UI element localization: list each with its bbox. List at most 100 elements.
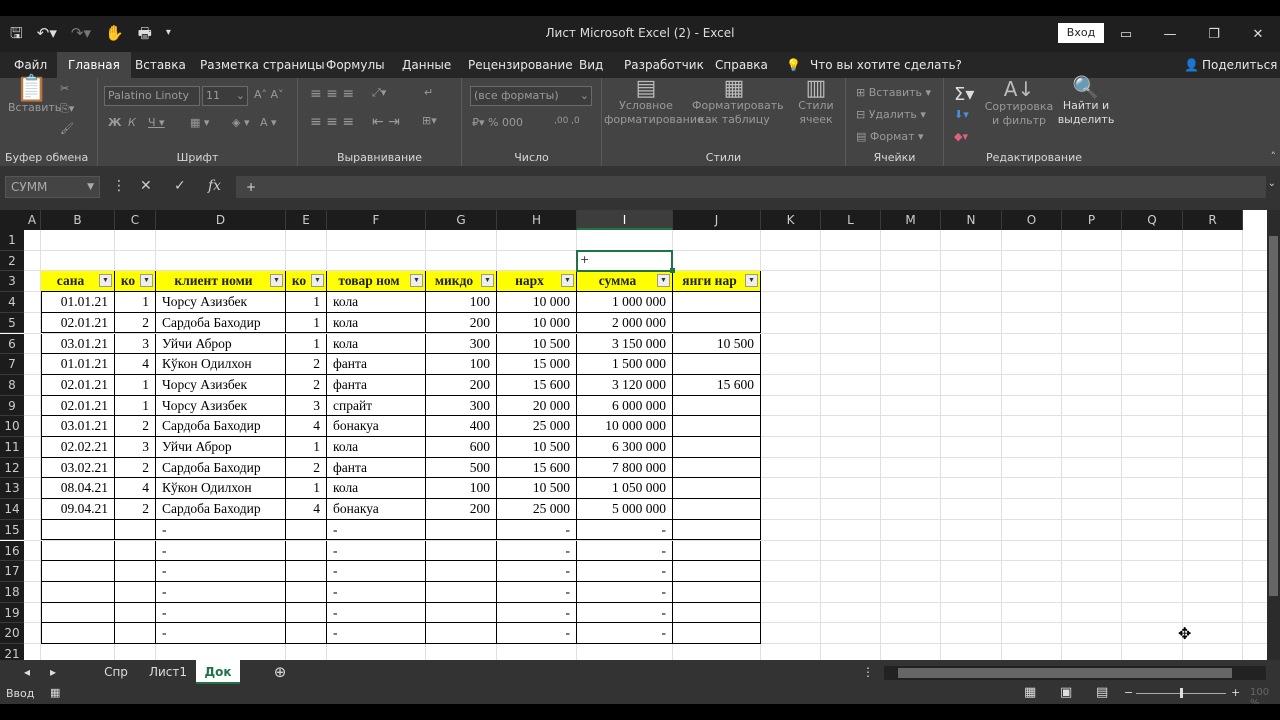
table-cell[interactable]: - [497,581,577,603]
table-cell[interactable]: 600 [426,437,497,458]
column-header[interactable]: O [1002,210,1062,230]
table-cell[interactable]: Кўкон Одилхон [156,478,286,500]
table-cell[interactable] [41,519,115,541]
table-cell[interactable] [426,519,497,541]
table-cell[interactable]: кола [327,312,426,334]
table-cell[interactable] [426,561,497,582]
table-cell[interactable]: 2 [115,416,156,437]
expand-formula-bar-icon[interactable]: ⌄ [1268,178,1276,189]
table-cell[interactable]: 4 [286,499,327,520]
table-cell[interactable]: 6 000 000 [577,395,673,417]
table-cell[interactable]: Чорсу Азизбек [156,395,286,417]
conditional-formatting-button[interactable]: ▤ Условное форматирование [604,78,704,127]
row-header[interactable]: 16 [0,540,24,562]
table-cell[interactable]: 100 [426,354,497,375]
sheet-tab-spr[interactable]: Спр [94,660,138,684]
row-header[interactable]: 20 [0,623,24,644]
font-size-combo[interactable]: 11 ⌄ [202,86,248,106]
table-cell[interactable]: 02.02.21 [41,437,115,458]
row-header[interactable]: 4 [0,292,24,313]
table-cell[interactable]: 10 500 [497,333,577,355]
cancel-icon[interactable]: ✕ [140,178,152,194]
spreadsheet-grid[interactable]: A B C D E F G H I J K L M N O P Q R 1 2 3 4 5 6 7 8 9 10 11 12 13 14 15 1… [0,210,1280,660]
sheet-tab-list1[interactable]: Лист1 [142,660,194,684]
table-cell[interactable]: - [497,561,577,582]
table-cell[interactable] [673,457,761,479]
table-cell[interactable] [286,602,327,624]
bold-icon[interactable]: Ж [108,116,121,129]
table-cell[interactable]: - [577,561,673,582]
cell-styles-button[interactable]: ▥ Стили ячеек [788,78,844,127]
column-header[interactable]: C [115,210,156,230]
table-cell[interactable]: 2 [286,457,327,479]
table-cell[interactable]: 2 [286,374,327,396]
filter-dropdown-icon[interactable]: ▼ [745,274,758,288]
table-cell[interactable]: 7 800 000 [577,457,673,479]
row-header[interactable]: 14 [0,499,24,520]
table-cell[interactable]: 10 000 [497,312,577,334]
indent-icon[interactable]: ⇤ ⇥ [372,114,400,130]
table-cell[interactable]: - [577,602,673,624]
table-cell[interactable]: 3 150 000 [577,333,673,355]
format-as-table-button[interactable]: ▦ Форматировать как таблицу [692,78,784,127]
table-cell[interactable]: 03.02.21 [41,457,115,479]
column-header[interactable]: F [327,210,426,230]
currency-icon[interactable]: ₽▾ % 000 [472,116,523,129]
table-cell[interactable]: - [156,540,286,562]
table-header-cell[interactable]: янги нар ▼ [673,271,761,293]
table-cell[interactable] [41,561,115,582]
table-cell[interactable]: 1 050 000 [577,478,673,500]
collapse-ribbon-icon[interactable]: ˄ [1271,150,1277,163]
horizontal-scroll-thumb[interactable] [898,668,1232,678]
table-cell[interactable]: 15 600 [497,374,577,396]
table-cell[interactable] [115,602,156,624]
table-header-cell[interactable]: сумма ▼ [577,271,673,293]
row-header[interactable]: 1 [0,230,24,251]
table-cell[interactable]: 1 [115,374,156,396]
zoom-level[interactable]: 100 % [1250,687,1280,704]
sheet-tab-dok[interactable]: Док [196,660,240,684]
row-header[interactable]: 19 [0,602,24,624]
macro-record-icon[interactable]: ▦ [50,686,60,699]
tab-formulas[interactable]: Формулы [326,52,385,78]
table-cell[interactable]: - [497,540,577,562]
decimal-icon[interactable]: ,00 ,0 [554,116,580,126]
table-cell[interactable]: кола [327,437,426,458]
table-cell[interactable]: 2 [286,354,327,375]
table-cell[interactable]: кола [327,478,426,500]
fill-icon[interactable]: ⬇▾ [954,108,969,121]
align-top-icon[interactable]: ≡ ≡ ≡ [310,86,354,102]
table-cell[interactable]: Уйчи Аброр [156,437,286,458]
row-header[interactable]: 21 [0,644,24,660]
table-cell[interactable]: фанта [327,374,426,396]
table-cell[interactable] [673,416,761,437]
table-cell[interactable] [673,292,761,313]
font-color-icon[interactable]: A ▾ [260,116,277,129]
row-header[interactable]: 17 [0,561,24,582]
page-break-view-icon[interactable]: ▤ [1096,685,1108,700]
table-cell[interactable]: кола [327,292,426,313]
table-cell[interactable]: 4 [115,478,156,500]
column-header[interactable]: J [673,210,761,230]
table-cell[interactable] [673,478,761,500]
table-cell[interactable] [41,602,115,624]
vertical-scroll-thumb[interactable] [1269,236,1278,596]
table-cell[interactable]: 5 000 000 [577,499,673,520]
table-cell[interactable]: 3 120 000 [577,374,673,396]
column-header[interactable]: P [1062,210,1122,230]
formula-input[interactable]: + [236,176,1266,198]
wrap-text-icon[interactable]: ↵ [424,86,433,99]
minimize-icon[interactable]: — [1148,16,1192,52]
signin-button[interactable]: Вход [1058,23,1104,43]
add-sheet-icon[interactable]: ⊕ [270,660,290,684]
filter-dropdown-icon[interactable]: ▼ [140,274,153,288]
table-cell[interactable]: - [327,581,426,603]
table-cell[interactable] [115,519,156,541]
table-cell[interactable]: 1 [286,333,327,355]
find-select-button[interactable]: 🔍 Найти и выделить [1056,78,1116,127]
fill-handle[interactable] [670,268,675,274]
table-cell[interactable]: 02.01.21 [41,395,115,417]
scroll-right-icon[interactable]: ▸ [46,660,60,684]
table-cell[interactable]: бонакуа [327,416,426,437]
select-all-corner[interactable] [0,210,24,230]
